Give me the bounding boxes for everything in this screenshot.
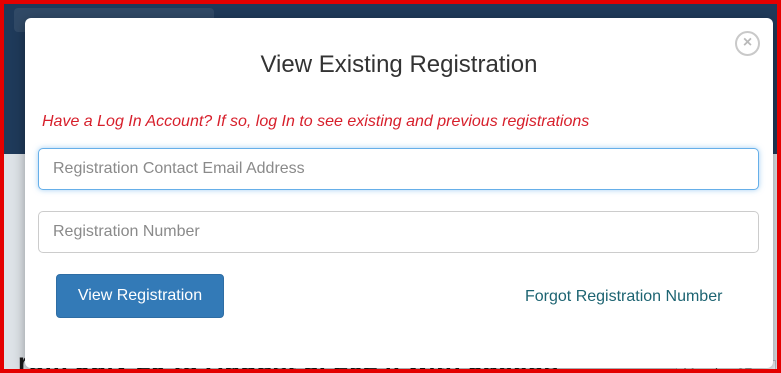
- view-registration-modal: × View Existing Registration Have a Log …: [25, 18, 773, 368]
- screenshot-frame: e t o rom July 29 to August 3, 2024, wit…: [0, 0, 781, 373]
- login-note[interactable]: Have a Log In Account? If so, log In to …: [42, 113, 589, 131]
- forgot-registration-number-link[interactable]: Forgot Registration Number: [525, 288, 722, 306]
- email-field[interactable]: [38, 148, 759, 190]
- registration-number-field[interactable]: [38, 211, 759, 253]
- view-registration-button[interactable]: View Registration: [56, 274, 224, 318]
- modal-title: View Existing Registration: [260, 51, 538, 78]
